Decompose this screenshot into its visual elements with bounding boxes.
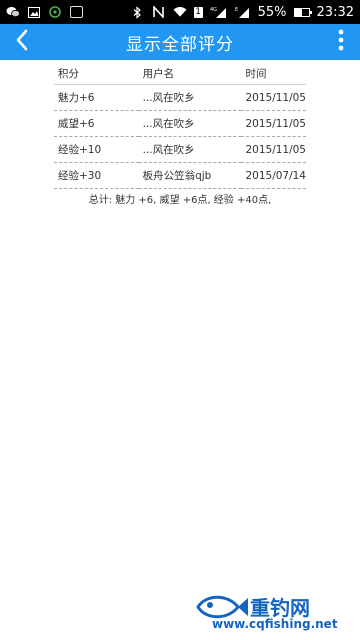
status-left-icons	[6, 5, 83, 19]
wifi-icon	[173, 5, 187, 19]
date-cell: 2015/07/14	[241, 162, 306, 189]
status-right-icons: 1 4G E 55% 23:32	[131, 5, 354, 20]
empty-box-icon	[69, 5, 83, 19]
score-summary: 总计: 魅力 +6, 威望 +6点, 经验 +40点,	[88, 195, 272, 206]
table-row: 经验+30 板舟公笠翁qjb 2015/07/14	[54, 162, 306, 189]
back-button[interactable]	[8, 28, 36, 56]
signal-icon: E	[235, 5, 251, 19]
more-vert-icon	[338, 29, 344, 55]
svg-text:E: E	[235, 7, 238, 13]
score-table-container: 积分 用户名 时间 魅力+6 ...风在吹乡 2015/11/05 威望+6 .…	[54, 62, 306, 189]
table-row: 经验+10 ...风在吹乡 2015/11/05	[54, 136, 306, 163]
username-cell: ...风在吹乡	[138, 136, 242, 163]
date-cell: 2015/11/05	[241, 84, 306, 111]
score-cell: 威望+6	[54, 110, 139, 137]
score-cell: 经验+10	[54, 136, 139, 163]
battery-icon	[293, 7, 312, 17]
username-cell: ...风在吹乡	[138, 84, 242, 111]
column-header-score: 积分	[54, 62, 139, 85]
overflow-menu-button[interactable]	[332, 28, 350, 56]
column-header-time: 时间	[241, 62, 306, 85]
wechat-icon	[6, 5, 20, 19]
username-cell: ...风在吹乡	[138, 110, 242, 137]
score-cell: 经验+30	[54, 162, 139, 189]
column-header-username: 用户名	[138, 62, 242, 85]
table-header-row: 积分 用户名 时间	[54, 62, 306, 85]
chevron-left-icon	[15, 29, 29, 55]
date-cell: 2015/11/05	[241, 136, 306, 163]
date-cell: 2015/11/05	[241, 110, 306, 137]
signal-icon: 4G	[210, 5, 228, 19]
clock: 23:32	[316, 4, 354, 20]
gallery-icon	[27, 5, 41, 19]
score-cell: 魅力+6	[54, 84, 139, 111]
svg-text:4G: 4G	[210, 7, 217, 13]
sim-badge: 1	[193, 6, 203, 18]
battery-percent: 55%	[257, 4, 287, 20]
score-table: 积分 用户名 时间 魅力+6 ...风在吹乡 2015/11/05 威望+6 .…	[54, 62, 306, 189]
google-plus-icon	[48, 5, 62, 19]
app-bar: 显示全部评分	[0, 24, 360, 60]
watermark-url: www.cqfishing.net	[212, 617, 338, 631]
nfc-icon	[152, 5, 166, 19]
watermark: 重钓网 www.cqfishing.net	[194, 592, 354, 636]
page-title: 显示全部评分	[126, 34, 234, 55]
table-row: 魅力+6 ...风在吹乡 2015/11/05	[54, 84, 306, 111]
bluetooth-icon	[131, 5, 145, 19]
status-bar: 1 4G E 55% 23:32	[0, 0, 360, 24]
username-cell: 板舟公笠翁qjb	[138, 162, 242, 189]
table-row: 威望+6 ...风在吹乡 2015/11/05	[54, 110, 306, 137]
